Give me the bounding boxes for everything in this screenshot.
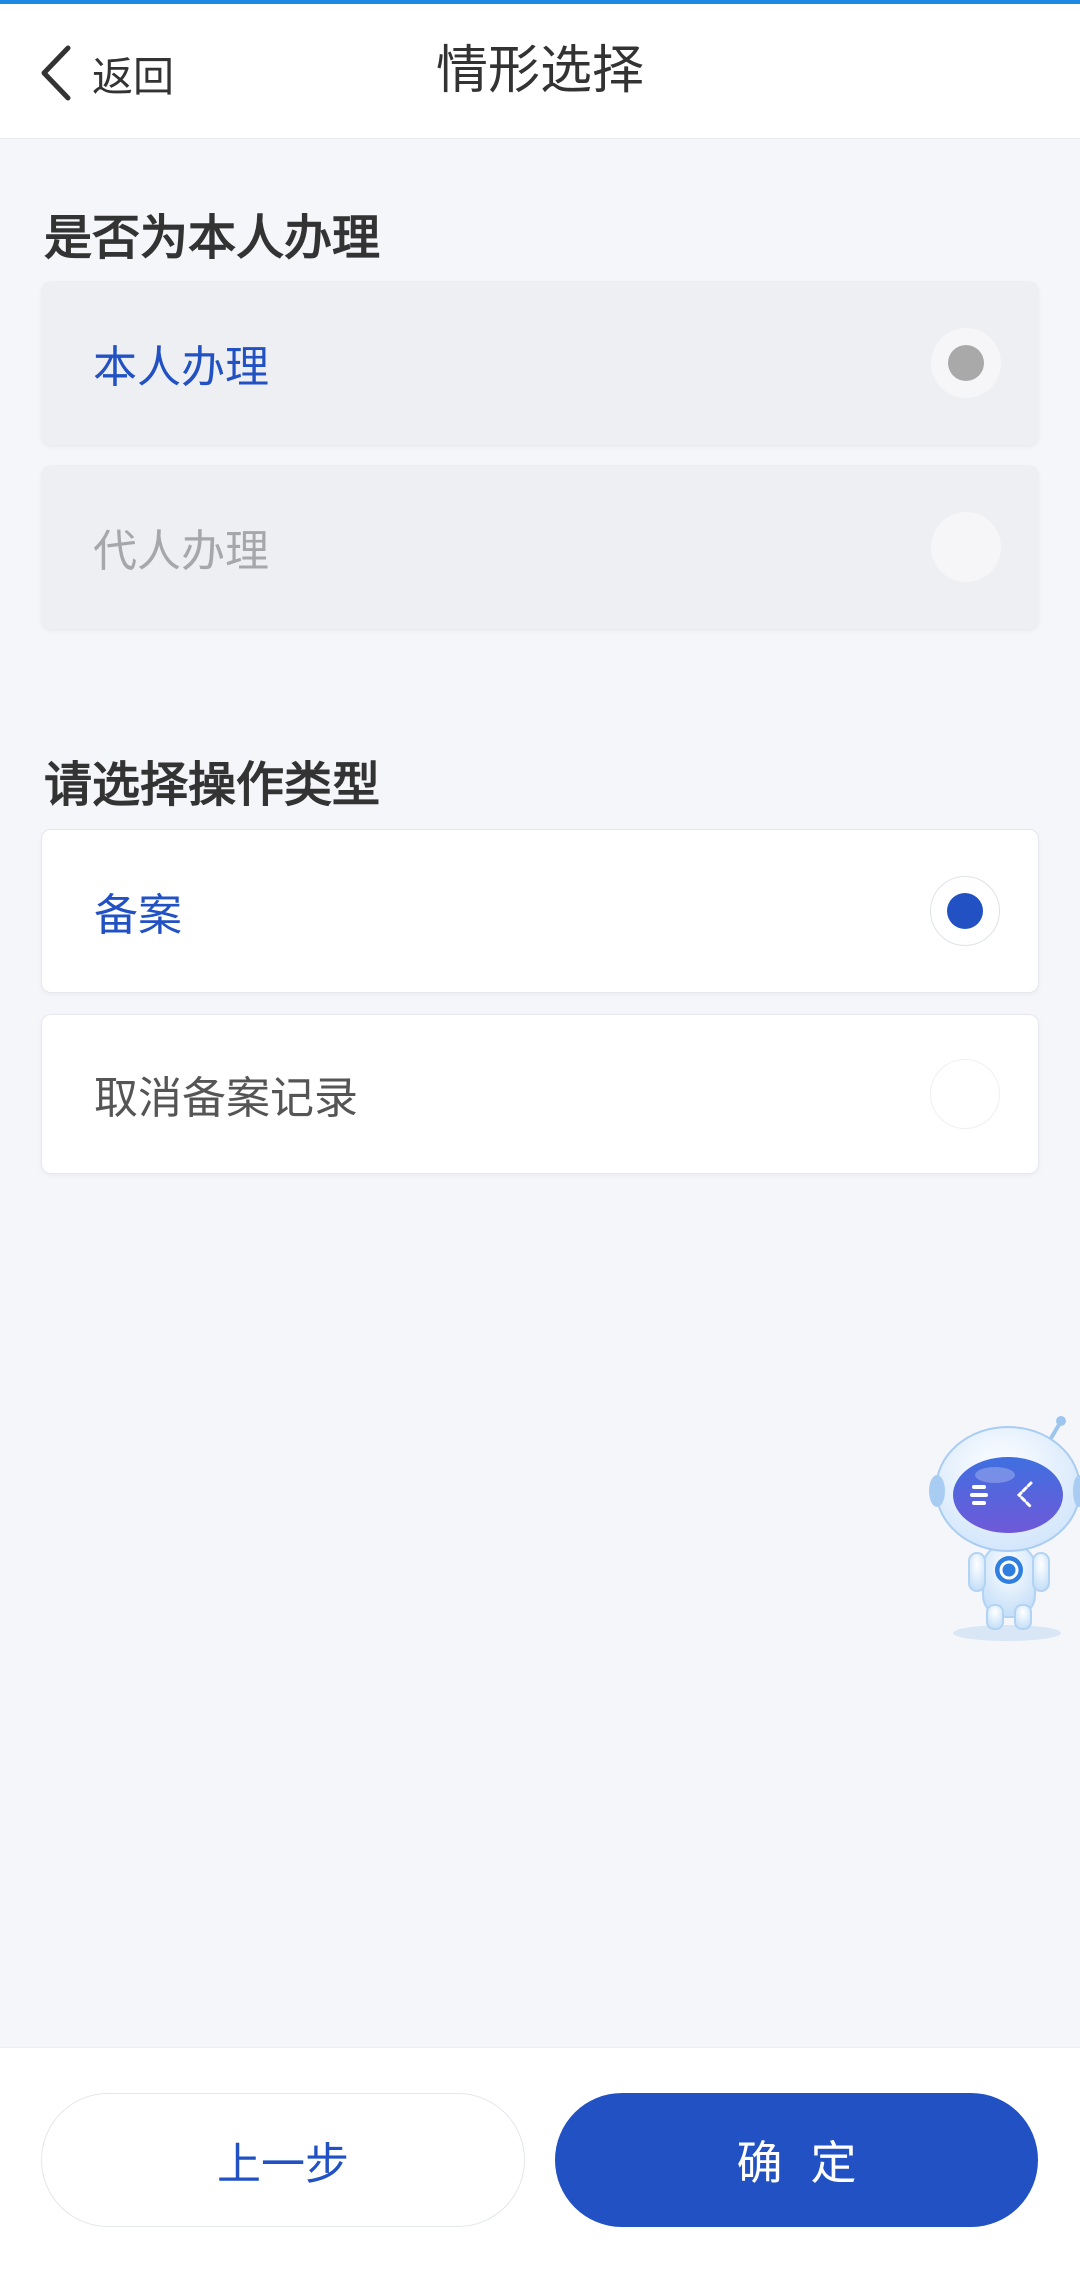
radio-button[interactable] [930,1059,1000,1129]
radio-dot [948,345,984,381]
radio-button[interactable] [930,876,1000,946]
option-label: 代人办理 [93,526,269,577]
radio-button[interactable] [931,512,1001,582]
radio-button[interactable] [931,328,1001,398]
previous-step-button[interactable]: 上一步 [41,2093,525,2227]
section-title-applicant: 是否为本人办理 [44,210,381,266]
bottom-action-bar: 上一步 确定 [0,2047,1080,2270]
option-filing[interactable]: 备案 [41,829,1039,993]
back-button[interactable]: 返回 [38,38,174,108]
option-cancel-filing[interactable]: 取消备案记录 [41,1014,1039,1174]
option-self[interactable]: 本人办理 [41,281,1039,445]
chevron-left-icon [38,44,72,102]
back-label: 返回 [92,53,174,101]
section-title-operation: 请选择操作类型 [44,757,381,813]
option-label: 取消备案记录 [94,1073,358,1124]
radio-dot [947,893,983,929]
header-bar: 返回 [0,4,1080,139]
option-proxy[interactable]: 代人办理 [41,465,1039,629]
confirm-button[interactable]: 确定 [555,2093,1038,2227]
option-label: 本人办理 [93,342,269,393]
robot-assistant-icon[interactable] [925,1415,1080,1645]
option-label: 备案 [94,890,182,941]
